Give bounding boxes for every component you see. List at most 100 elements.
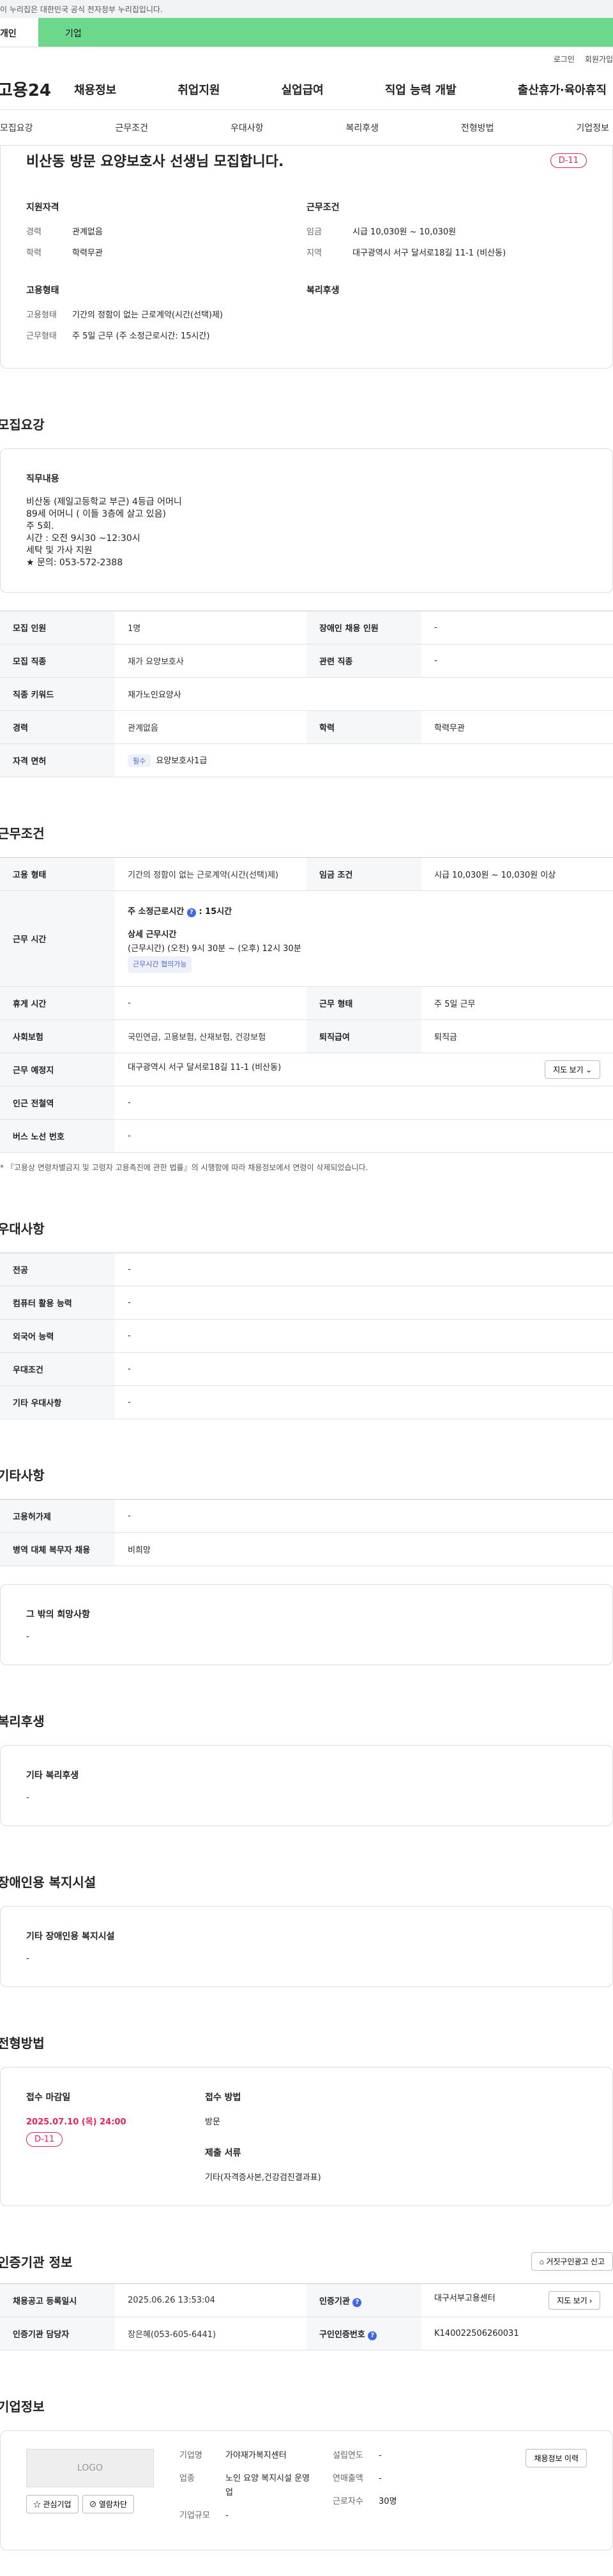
cell-head: 근무 시간 bbox=[0, 890, 115, 987]
work-time-label: 주 소정근로시간 bbox=[128, 906, 185, 917]
place-text: 대구광역시 서구 달서로18길 11-1 (비산동) bbox=[128, 1063, 282, 1072]
table-row: 병역 대체 복무자 채용 비희망 bbox=[0, 1532, 613, 1566]
cell-head: 경력 bbox=[0, 710, 115, 744]
cell-head: 근무 형태 bbox=[306, 986, 421, 1020]
cell-value: 2025.06.26 13:53:04 bbox=[115, 2283, 306, 2317]
section-title-pref: 우대사항 bbox=[0, 1221, 45, 1237]
gnb-item-unemployment[interactable]: 실업급여 bbox=[282, 81, 324, 98]
method-col: 접수 방법 방문 제출 서류 기타(자격증사본,건강검진결과표) bbox=[205, 2091, 587, 2183]
gnb-item-employment[interactable]: 취업지원 bbox=[178, 81, 220, 98]
section-title-work: 근무조건 bbox=[0, 826, 45, 841]
anchor-company[interactable]: 기업정보 bbox=[576, 121, 609, 134]
anchor-screen[interactable]: 전형방법 bbox=[461, 121, 494, 134]
company-row: 근로자수 30명 bbox=[333, 2495, 526, 2509]
cell-head: 채용공고 등록일시 bbox=[0, 2283, 115, 2317]
signup-link[interactable]: 회원가입 bbox=[585, 55, 613, 64]
gov-banner-text: 이 누리집은 대한민국 공식 전자정부 누리집입니다. bbox=[0, 5, 163, 14]
cell-value: 퇴직금 bbox=[421, 1019, 613, 1053]
cell-value: K140022506260031 bbox=[421, 2317, 613, 2351]
global-nav: 고용24 채용정보 취업지원 실업급여 직업 능력 개발 출산휴가·육아휴직 bbox=[0, 69, 613, 110]
cell-head: 기타 우대사항 bbox=[0, 1385, 115, 1419]
kv-value: 30명 bbox=[379, 2497, 397, 2506]
tab-personal[interactable]: 개인 bbox=[0, 18, 38, 47]
summary-welfare: 복리후생 bbox=[306, 284, 587, 350]
duty-text: 비산동 (제일고등학교 부근) 4등급 어머니 89세 어머니 ( 이들 3층에… bbox=[26, 497, 182, 568]
kv-key: 임금 bbox=[306, 227, 322, 237]
deadline-date: 2025.07.10 (목) 24:00 bbox=[26, 2117, 126, 2127]
info-icon[interactable]: ? bbox=[368, 2331, 377, 2340]
company-actions: ☆ 관심기업 ⊘ 열람차단 bbox=[26, 2495, 179, 2513]
cell-head: 장애인 채용 인원 bbox=[306, 611, 421, 644]
anchor-welfare[interactable]: 복리후생 bbox=[345, 121, 379, 134]
cell-value: - bbox=[115, 1352, 613, 1386]
license-text: 요양보호사1급 bbox=[156, 756, 208, 766]
anchor-pref[interactable]: 우대사항 bbox=[231, 121, 264, 134]
emp-row: 고용형태 기간의 정함이 없는 근로계약(시간(선택)제) bbox=[26, 308, 306, 320]
required-chip: 필수 bbox=[128, 754, 151, 767]
cert-map-label: 지도 보기 bbox=[557, 2296, 587, 2305]
etc-table: 고용허가제 - 병역 대체 복무자 채용 비희망 bbox=[0, 1499, 613, 1566]
table-row: 휴게 시간 - 근무 형태 주 5일 근무 bbox=[0, 986, 613, 1020]
cell-value: - bbox=[421, 644, 613, 678]
cell-value: 대구서부고용센터 지도 보기 › bbox=[421, 2283, 613, 2317]
screen-box: 접수 마감일 2025.07.10 (목) 24:00 D-11 접수 방법 방… bbox=[0, 2067, 613, 2206]
map-button[interactable]: 지도 보기 ⌄ bbox=[545, 1060, 600, 1079]
dday-badge: D-11 bbox=[550, 153, 587, 168]
cell-value: 필수 요양보호사1급 bbox=[115, 743, 613, 777]
company-logo: LOGO bbox=[26, 2449, 154, 2487]
cell-head: 직종 키워드 bbox=[0, 677, 115, 711]
tab-company[interactable]: 기업 bbox=[38, 18, 613, 47]
report-button-label: 거짓구인광고 신고 bbox=[546, 2257, 605, 2266]
cell-head: 근무 예정지 bbox=[0, 1053, 115, 1086]
gnb-item-training[interactable]: 직업 능력 개발 bbox=[385, 81, 457, 98]
kv-value: 학력무관 bbox=[72, 248, 103, 258]
block-button[interactable]: ⊘ 열람차단 bbox=[82, 2495, 135, 2513]
kv-value: 주 5일 근무 (주 소정근로시간: 15시간) bbox=[72, 332, 210, 341]
history-button[interactable]: 채용정보 이력 bbox=[526, 2449, 587, 2467]
cell-value: 비희망 bbox=[115, 1532, 613, 1566]
cell-value: 기간의 정함이 없는 근로계약(시간(선택)제) bbox=[115, 857, 306, 891]
anchor-recruit[interactable]: 모집요강 bbox=[0, 121, 33, 134]
cell-value: 시급 10,030원 ~ 10,030원 이상 bbox=[421, 857, 613, 891]
method-title: 접수 방법 bbox=[205, 2092, 241, 2103]
top-tabs: 개인 기업 bbox=[0, 18, 613, 47]
cert-map-button[interactable]: 지도 보기 › bbox=[549, 2291, 600, 2310]
chevron-down-icon: ⌄ bbox=[585, 1065, 592, 1074]
fav-button[interactable]: ☆ 관심기업 bbox=[26, 2495, 79, 2513]
cert-no-label: 구인인증번호 bbox=[319, 2329, 365, 2340]
kv-key: 지역 bbox=[306, 248, 322, 258]
gnb-item-jobs[interactable]: 채용정보 bbox=[74, 81, 116, 98]
company-row: 기업규모 - bbox=[179, 2509, 333, 2523]
cell-head: 인증기관 ? bbox=[306, 2283, 421, 2317]
work-time-detail: (근무시간) (오전) 9시 30분 ~ (오후) 12시 30분 bbox=[128, 943, 301, 954]
site-logo[interactable]: 고용24 bbox=[0, 77, 68, 101]
anchor-work[interactable]: 근무조건 bbox=[115, 121, 148, 134]
star-icon: ☆ bbox=[33, 2500, 42, 2509]
info-icon[interactable]: ? bbox=[352, 2298, 362, 2307]
report-button[interactable]: ⌂ 거짓구인광고 신고 bbox=[531, 2252, 613, 2271]
cell-value: 재가노인요양사 bbox=[115, 677, 613, 711]
info-icon[interactable]: ? bbox=[186, 908, 196, 917]
summary-grid: 지원자격 경력 관계없음 학력 학력무관 근무조건 임금 시급 10,030원 ~ 1… bbox=[26, 201, 587, 267]
summary-qual: 지원자격 경력 관계없음 학력 학력무관 bbox=[26, 201, 306, 267]
disabled-box-title: 기타 장애인용 복지시설 bbox=[26, 1932, 115, 1942]
recruit-table: 모집 인원 1명 장애인 채용 인원 - 모집 직종 재가 요양보호사 관련 직종 - 직종… bbox=[0, 611, 613, 777]
company-row: 설립연도 - bbox=[333, 2449, 526, 2463]
kv-value: 대구광역시 서구 달서로18길 11-1 (비산동) bbox=[352, 248, 506, 258]
table-row: 근무 예정지 대구광역시 서구 달서로18길 11-1 (비산동) 지도 보기 ⌄ bbox=[0, 1053, 613, 1086]
cell-head: 관련 직종 bbox=[306, 644, 421, 678]
login-link[interactable]: 로그인 bbox=[554, 55, 575, 64]
qual-row: 경력 관계없음 bbox=[26, 225, 306, 237]
cell-head: 임금 조건 bbox=[306, 857, 421, 891]
kv-key: 근무형태 bbox=[26, 332, 57, 341]
kv-key: 기업명 bbox=[179, 2451, 202, 2460]
welfare-title: 복리후생 bbox=[306, 286, 340, 296]
table-row: 모집 직종 재가 요양보호사 관련 직종 - bbox=[0, 644, 613, 678]
table-row: 모집 인원 1명 장애인 채용 인원 - bbox=[0, 611, 613, 644]
cell-value: 관계없음 bbox=[115, 710, 306, 744]
company-row: 연매출액 - bbox=[333, 2472, 526, 2486]
gnb-item-leave[interactable]: 출산휴가·육아휴직 bbox=[518, 81, 607, 98]
kv-value: 기간의 정함이 없는 근로계약(시간(선택)제) bbox=[72, 310, 223, 320]
fav-label: 관심기업 bbox=[43, 2500, 72, 2509]
cert-org: 대구서부고용센터 bbox=[434, 2294, 496, 2303]
